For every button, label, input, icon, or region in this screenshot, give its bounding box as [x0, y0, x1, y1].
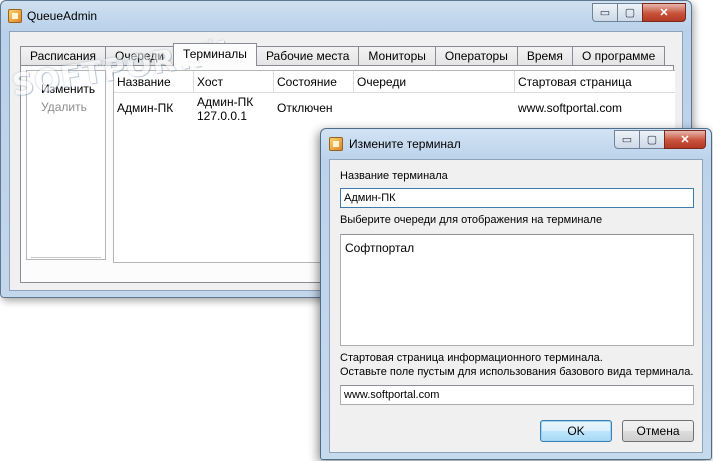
- start-page-hint-line1: Стартовая страница информационного терми…: [340, 352, 603, 364]
- list-item[interactable]: Софтпортал: [345, 241, 414, 255]
- minimize-button[interactable]: ▭: [592, 3, 618, 22]
- tab-monitors[interactable]: Мониторы: [358, 46, 436, 66]
- maximize-button[interactable]: ▢: [617, 3, 643, 22]
- queues-label: Выберите очереди для отображения на терм…: [340, 214, 603, 226]
- dialog-title: Измените терминал: [349, 137, 461, 151]
- caption-buttons: ▭ ▢ ✕: [592, 3, 686, 22]
- dialog-minimize-button[interactable]: ▭: [614, 130, 640, 149]
- tab-terminals[interactable]: Терминалы: [173, 43, 257, 66]
- tab-time[interactable]: Время: [516, 46, 573, 66]
- edit-terminal-dialog: Измените терминал ▭ ▢ ✕ Название термина…: [320, 128, 712, 460]
- dialog-maximize-button[interactable]: ▢: [639, 130, 665, 149]
- terminal-name-input[interactable]: Админ-ПК: [340, 188, 694, 208]
- tab-operators[interactable]: Операторы: [434, 46, 518, 66]
- close-button[interactable]: ✕: [642, 3, 686, 22]
- divider: [31, 257, 101, 258]
- dialog-icon: [329, 137, 343, 151]
- queues-listbox[interactable]: Софтпортал: [340, 234, 694, 346]
- cell-host-ip: 127.0.0.1: [197, 109, 248, 123]
- ok-button[interactable]: OK: [540, 420, 612, 442]
- terminal-name-label: Название терминала: [340, 170, 448, 182]
- cancel-button[interactable]: Отмена: [622, 420, 694, 442]
- column-header-state[interactable]: Состояние: [274, 71, 354, 93]
- dialog-caption-buttons: ▭ ▢ ✕: [614, 130, 706, 149]
- column-header-queues[interactable]: Очереди: [354, 71, 515, 93]
- cell-start-page: www.softportal.com: [518, 101, 623, 115]
- start-page-input[interactable]: www.softportal.com: [340, 385, 694, 405]
- tab-about[interactable]: О программе: [571, 46, 666, 66]
- dialog-close-button[interactable]: ✕: [664, 130, 706, 149]
- start-page-hint-line2: Оставьте поле пустым для использования б…: [340, 366, 694, 378]
- cell-state: Отключен: [277, 101, 333, 115]
- tab-workplaces[interactable]: Рабочие места: [255, 46, 360, 66]
- delete-action[interactable]: Удалить: [41, 100, 87, 114]
- dialog-client-area: Название терминала Админ-ПК Выберите оче…: [329, 159, 703, 453]
- cell-name: Админ-ПК: [117, 101, 174, 115]
- column-header-start-page[interactable]: Стартовая страница: [515, 71, 675, 93]
